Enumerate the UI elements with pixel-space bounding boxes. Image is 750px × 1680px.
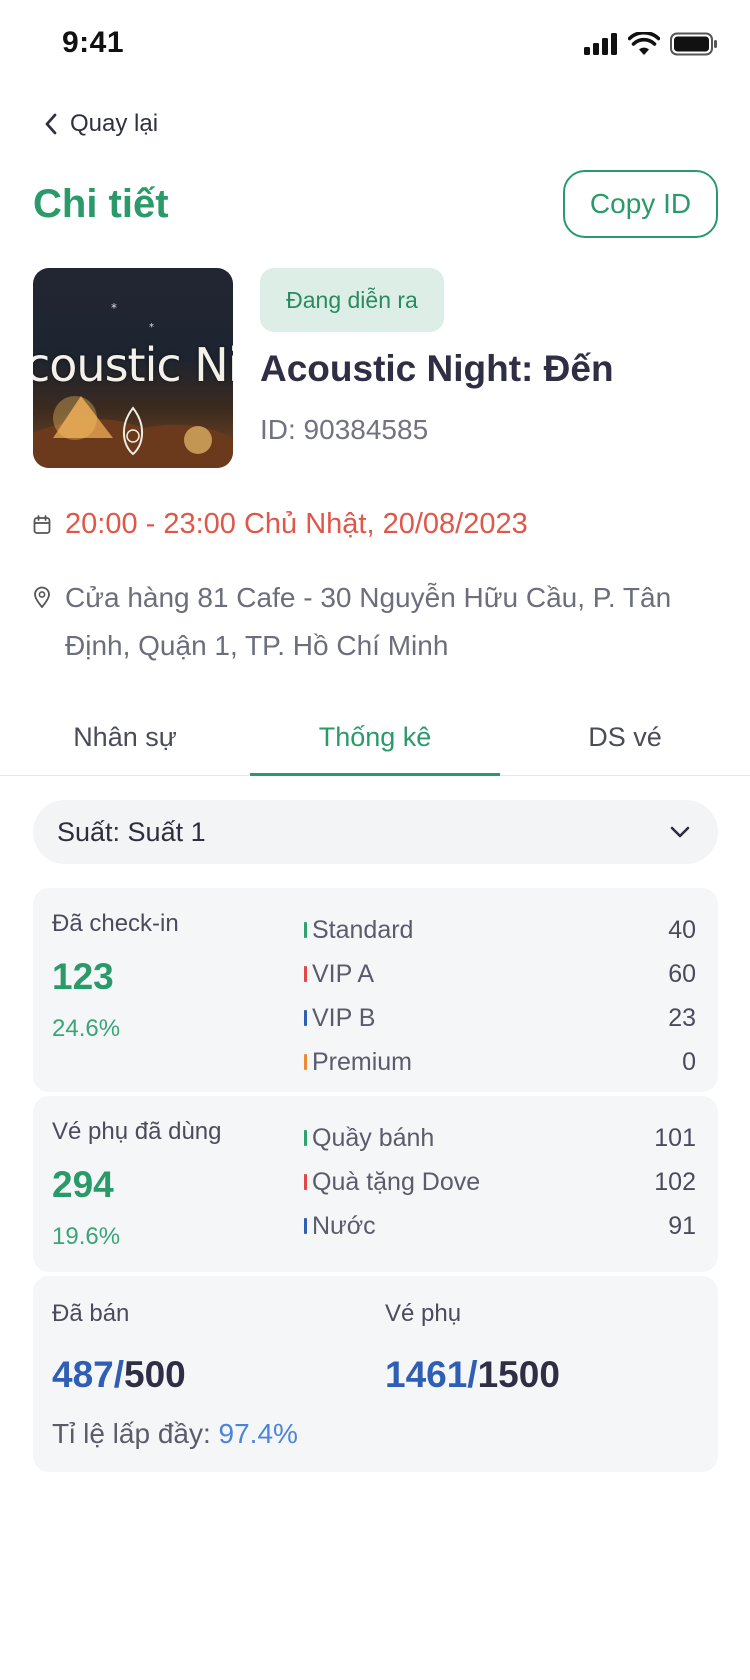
sold-tickets: Đã bán 487/500 — [52, 1300, 186, 1396]
legend-marker — [304, 922, 307, 938]
list-item: Nước 91 — [304, 1204, 696, 1248]
list-item: Premium 0 — [304, 1040, 696, 1084]
checkin-card: Đã check-in 123 24.6% Standard 40 VIP A … — [33, 888, 718, 1092]
ticket-type-count: 60 — [668, 959, 696, 988]
list-item: Quầy bánh 101 — [304, 1116, 696, 1160]
legend-marker — [304, 1010, 307, 1026]
page-title: Chi tiết — [33, 182, 169, 226]
ticket-type-count: 23 — [668, 1003, 696, 1032]
addon-name: Quầy bánh — [312, 1123, 435, 1152]
event-datetime-row: 20:00 - 23:00 Chủ Nhật, 20/08/2023 — [33, 508, 528, 541]
checkin-percent: 24.6% — [52, 1015, 121, 1042]
fill-rate-value: 97.4% — [218, 1418, 298, 1449]
tab-staff[interactable]: Nhân sự — [0, 700, 250, 775]
back-button[interactable]: Quay lại — [44, 110, 158, 138]
sold-capacity: 500 — [124, 1354, 186, 1395]
ticket-type-name: VIP A — [312, 959, 375, 988]
ticket-type-name: Premium — [312, 1047, 413, 1076]
chevron-down-icon — [670, 826, 690, 838]
addon-count: 102 — [654, 1167, 696, 1196]
addon-capacity: 1500 — [477, 1354, 560, 1395]
battery-icon — [670, 32, 717, 56]
tab-statistics[interactable]: Thống kê — [250, 700, 500, 776]
session-select-value: Suất: Suất 1 — [57, 816, 206, 847]
tab-bar: Nhân sự Thống kê DS vé — [0, 700, 750, 776]
addons-count: 294 — [52, 1164, 114, 1205]
cellular-signal-icon — [584, 33, 617, 55]
addons-used-card: Vé phụ đã dùng 294 19.6% Quầy bánh 101 Q… — [33, 1096, 718, 1272]
chevron-left-icon — [45, 113, 57, 135]
list-item: Standard 40 — [304, 908, 696, 952]
event-thumbnail: * * coustic Night — [33, 268, 233, 468]
ticket-type-count: 40 — [668, 915, 696, 944]
copy-id-button[interactable]: Copy ID — [563, 170, 718, 238]
status-badge: Đang diễn ra — [260, 268, 444, 332]
wifi-icon — [628, 32, 660, 55]
legend-marker — [304, 966, 307, 982]
list-item: Quà tặng Dove 102 — [304, 1160, 696, 1204]
fill-rate: Tỉ lệ lấp đầy: 97.4% — [52, 1418, 298, 1450]
ticket-type-count: 0 — [682, 1047, 696, 1076]
status-bar: 9:41 — [0, 0, 750, 90]
legend-marker — [304, 1130, 307, 1146]
event-id: ID: 90384585 — [260, 414, 429, 445]
sales-card: Đã bán 487/500 Vé phụ 1461/1500 Tỉ lệ lấ… — [33, 1276, 718, 1472]
tab-ticket-list[interactable]: DS vé — [500, 700, 750, 775]
status-time: 9:41 — [62, 26, 125, 59]
thumbnail-title: coustic Night — [33, 338, 233, 392]
checkin-count: 123 — [52, 956, 114, 997]
calendar-icon — [33, 514, 51, 534]
legend-marker — [304, 1218, 307, 1234]
event-address-row: Cửa hàng 81 Cafe - 30 Nguyễn Hữu Cầu, P.… — [33, 574, 693, 670]
checkin-breakdown: Standard 40 VIP A 60 VIP B 23 Premium 0 — [304, 908, 696, 1084]
session-select[interactable]: Suất: Suất 1 — [33, 800, 718, 864]
list-item: VIP A 60 — [304, 952, 696, 996]
legend-marker — [304, 1054, 307, 1070]
back-label: Quay lại — [70, 110, 159, 137]
addon-count: 101 — [654, 1123, 696, 1152]
sold-count: 487/ — [52, 1354, 125, 1395]
svg-text:*: * — [149, 322, 154, 333]
event-datetime: 20:00 - 23:00 Chủ Nhật, 20/08/2023 — [65, 508, 528, 540]
addon-tickets: Vé phụ 1461/1500 — [385, 1300, 560, 1396]
location-pin-icon — [34, 586, 50, 608]
legend-marker — [304, 1174, 307, 1190]
list-item: VIP B 23 — [304, 996, 696, 1040]
addons-breakdown: Quầy bánh 101 Quà tặng Dove 102 Nước 91 — [304, 1116, 696, 1248]
fill-rate-label: Tỉ lệ lấp đầy: — [52, 1418, 219, 1449]
addon-name: Nước — [312, 1211, 376, 1240]
event-name: Acoustic Night: Đến — [260, 348, 614, 389]
addons-percent: 19.6% — [52, 1223, 121, 1250]
addon-name: Quà tặng Dove — [312, 1167, 481, 1196]
addons-title: Vé phụ đã dùng — [52, 1118, 222, 1145]
event-address: Cửa hàng 81 Cafe - 30 Nguyễn Hữu Cầu, P.… — [65, 582, 672, 661]
svg-text:*: * — [111, 301, 117, 315]
status-icons — [584, 32, 718, 56]
checkin-title: Đã check-in — [52, 910, 179, 937]
addon-label: Vé phụ — [385, 1300, 462, 1327]
ticket-type-name: VIP B — [312, 1003, 376, 1032]
ticket-type-name: Standard — [312, 915, 414, 944]
sold-label: Đã bán — [52, 1300, 130, 1327]
addon-count: 91 — [668, 1211, 696, 1240]
addon-sold-count: 1461/ — [385, 1354, 478, 1395]
